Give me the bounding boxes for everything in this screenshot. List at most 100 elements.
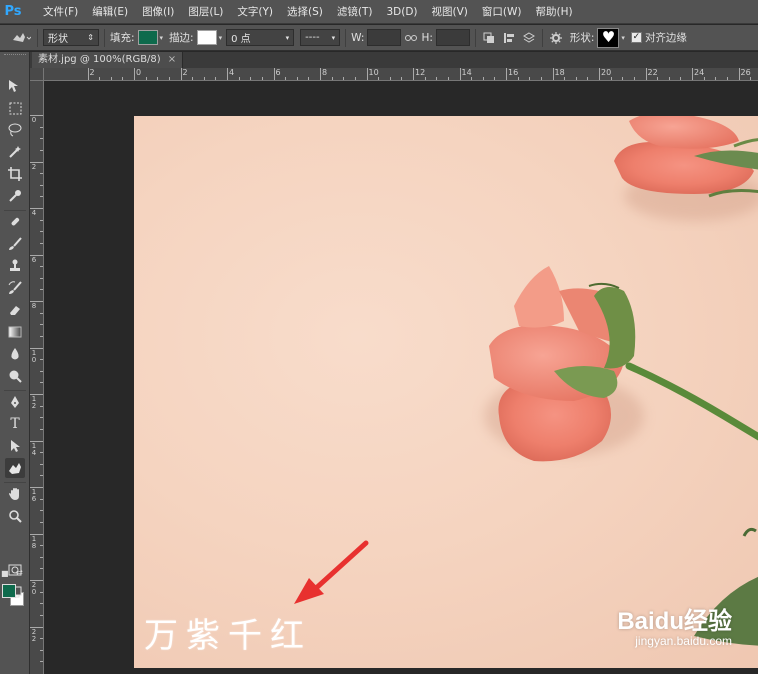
ruler-tick: [40, 149, 43, 151]
menu-layer[interactable]: 图层(L): [181, 0, 230, 24]
foreground-color-swatch[interactable]: [2, 584, 16, 598]
path-selection-tool-icon[interactable]: [5, 436, 25, 456]
tool-divider: [4, 390, 26, 391]
ruler-tick: [366, 68, 368, 80]
ruler-tick: [645, 68, 647, 80]
shape-picker[interactable]: ♥: [597, 27, 620, 48]
document-canvas[interactable]: 万紫千红 Baidu经验 jingyan.baidu.com: [134, 116, 758, 668]
canvas-workspace: 万紫千红 Baidu经验 jingyan.baidu.com: [45, 82, 758, 674]
rose-top-right: [614, 116, 758, 198]
ruler-tick: [540, 77, 542, 80]
type-tool-icon[interactable]: T: [5, 414, 25, 434]
custom-shape-tool-preset-icon[interactable]: [10, 30, 32, 46]
ruler-tick: [529, 77, 531, 80]
ruler-label: 4: [31, 209, 37, 217]
brush-tool-icon[interactable]: [5, 234, 25, 254]
document-tab[interactable]: 素材.jpg @ 100%(RGB/8) ×: [32, 52, 184, 68]
ruler-tick: [40, 312, 43, 314]
eraser-tool-icon[interactable]: [5, 300, 25, 320]
crop-tool-icon[interactable]: [5, 164, 25, 184]
watermark-url: jingyan.baidu.com: [635, 634, 732, 648]
ruler-tick: [40, 289, 43, 291]
path-operations-icon[interactable]: [481, 30, 497, 46]
gear-icon[interactable]: [548, 30, 564, 46]
menu-3d[interactable]: 3D(D): [379, 0, 424, 24]
stroke-swatch[interactable]: [196, 30, 217, 45]
vertical-ruler[interactable]: 0246810121416182022: [30, 81, 44, 674]
ruler-tick: [424, 77, 426, 80]
ruler-tick: [40, 545, 43, 547]
eyedropper-tool-icon[interactable]: [5, 186, 25, 206]
move-tool-icon[interactable]: [5, 76, 25, 96]
ruler-tick: [552, 68, 554, 80]
path-arrangement-icon[interactable]: [521, 30, 537, 46]
ruler-tick: [587, 77, 589, 80]
ruler-tick: [122, 77, 124, 80]
menu-image[interactable]: 图像(I): [135, 0, 181, 24]
height-input[interactable]: [435, 29, 470, 46]
menu-edit[interactable]: 编辑(E): [85, 0, 135, 24]
ruler-label: 2: [31, 162, 37, 171]
red-arrow-annotation: [294, 540, 369, 604]
chevron-down-icon: ▾: [331, 33, 336, 42]
ruler-label: 8: [31, 541, 37, 550]
ruler-tick: [343, 77, 345, 80]
stroke-width-value: 0 点: [231, 34, 251, 45]
magic-wand-tool-icon[interactable]: [5, 142, 25, 162]
tools-panel: T ■ ⇄: [0, 52, 30, 674]
ruler-tick: [750, 77, 752, 80]
tool-mode-value: 形状: [48, 34, 68, 45]
blur-tool-icon[interactable]: [5, 344, 25, 364]
menu-help[interactable]: 帮助(H): [529, 0, 580, 24]
menu-type[interactable]: 文字(Y): [230, 0, 280, 24]
stroke-width-field[interactable]: 0 点 ▾: [226, 29, 295, 46]
gradient-tool-icon[interactable]: [5, 322, 25, 342]
ruler-tick: [506, 68, 507, 80]
link-icon[interactable]: [403, 30, 419, 46]
lasso-tool-icon[interactable]: [5, 120, 25, 140]
menu-file[interactable]: 文件(F): [36, 0, 85, 24]
menu-view[interactable]: 视图(V): [425, 0, 475, 24]
fill-swatch[interactable]: [137, 30, 158, 45]
quick-mask-icon[interactable]: [5, 560, 25, 580]
align-edges-checkbox[interactable]: ✓: [630, 32, 642, 43]
ruler-tick: [447, 77, 449, 80]
zoom-tool-icon[interactable]: [5, 506, 25, 526]
dodge-tool-icon[interactable]: [5, 366, 25, 386]
ruler-tick: [680, 77, 682, 80]
close-icon[interactable]: ×: [168, 52, 176, 68]
ruler-label: 18: [554, 68, 565, 77]
menu-window[interactable]: 窗口(W): [475, 0, 529, 24]
ruler-tick: [692, 68, 693, 80]
hand-tool-icon[interactable]: [5, 484, 25, 504]
ruler-tick: [192, 77, 194, 80]
ruler-tick: [40, 359, 43, 361]
ruler-label: 2: [31, 634, 37, 643]
panel-grip[interactable]: [4, 54, 26, 57]
ruler-tick: [273, 68, 275, 80]
ruler-label: 0: [136, 68, 142, 77]
horizontal-ruler[interactable]: 0 2 4 6 8 10 12 14 16 18 20 22 24 26 2: [44, 68, 758, 81]
ruler-tick: [517, 77, 519, 80]
stroke-style-select[interactable]: ---- ▾: [300, 29, 341, 46]
shape-picker-dropdown-icon[interactable]: ▾: [621, 34, 625, 42]
stroke-dropdown-icon[interactable]: ▾: [219, 34, 223, 42]
fill-dropdown-icon[interactable]: ▾: [160, 34, 164, 42]
history-brush-tool-icon[interactable]: [5, 278, 25, 298]
pen-tool-icon[interactable]: [5, 392, 25, 412]
menu-filter[interactable]: 滤镜(T): [330, 0, 380, 24]
tool-mode-select[interactable]: 形状 ⇕: [43, 29, 99, 46]
marquee-tool-icon[interactable]: [5, 98, 25, 118]
ruler-tick: [296, 77, 298, 80]
clone-stamp-tool-icon[interactable]: [5, 256, 25, 276]
height-label: H:: [421, 31, 433, 44]
ruler-label: 0: [31, 116, 37, 124]
menu-select[interactable]: 选择(S): [280, 0, 330, 24]
healing-brush-tool-icon[interactable]: [5, 212, 25, 232]
custom-shape-tool-icon[interactable]: [5, 458, 25, 478]
ruler-tick: [482, 77, 484, 80]
ruler-origin[interactable]: [30, 68, 44, 81]
width-input[interactable]: [367, 29, 402, 46]
path-alignment-icon[interactable]: [501, 30, 517, 46]
ruler-tick: [40, 428, 43, 430]
